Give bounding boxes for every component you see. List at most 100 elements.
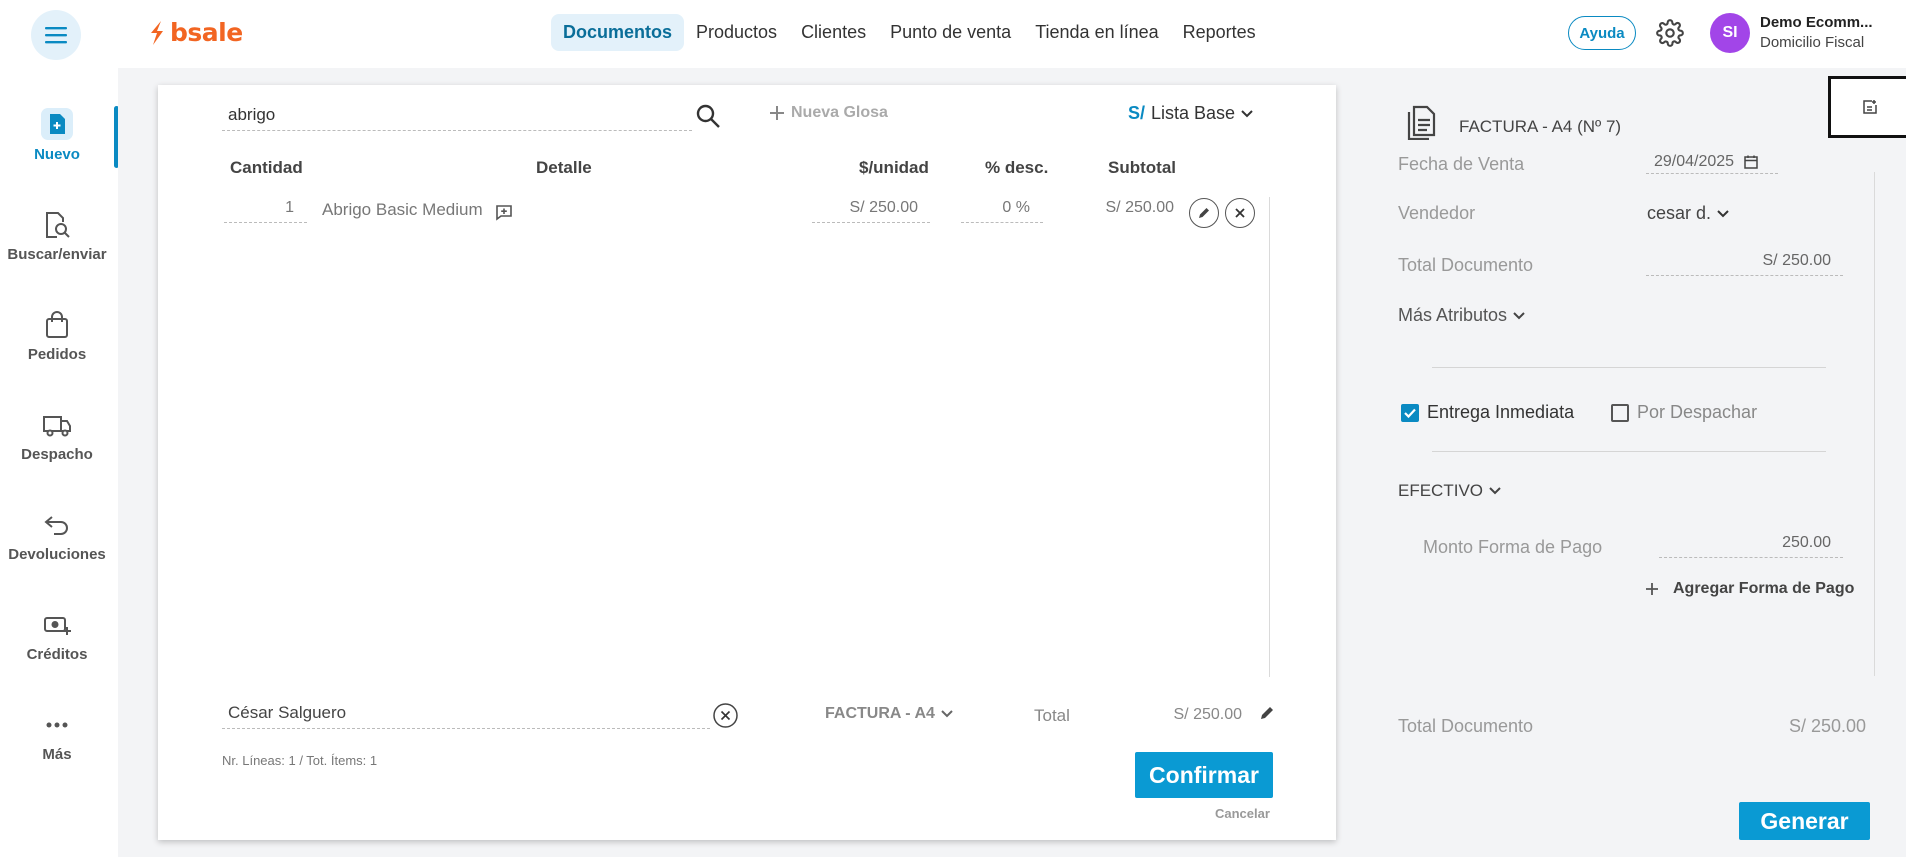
fecha-input[interactable]: 29/04/2025 bbox=[1646, 150, 1778, 174]
divider bbox=[1432, 367, 1826, 368]
price-list-label: Lista Base bbox=[1151, 103, 1236, 123]
bsale-logo[interactable]: bsale bbox=[148, 18, 243, 47]
checkbox-checked bbox=[1401, 403, 1419, 422]
table-scroll-divider bbox=[1269, 197, 1270, 677]
nav-clientes[interactable]: Clientes bbox=[789, 14, 878, 51]
bsale-logo-icon bbox=[151, 20, 163, 45]
vendedor-value: cesar d. bbox=[1647, 203, 1712, 223]
sidebar-item-buscar-enviar[interactable]: Buscar/enviar bbox=[0, 210, 114, 263]
product-search-input[interactable]: abrigo bbox=[222, 103, 692, 131]
document-type-label: FACTURA - A4 bbox=[825, 705, 935, 722]
logo-text: bsale bbox=[170, 18, 243, 47]
pencil-icon bbox=[1199, 208, 1209, 218]
avatar[interactable]: SI bbox=[1710, 13, 1750, 53]
mas-atributos-label: Más Atributos bbox=[1398, 305, 1508, 325]
cancel-link[interactable]: Cancelar bbox=[1215, 806, 1270, 821]
sidebar-item-label: Más bbox=[42, 746, 72, 763]
main-nav: Documentos Productos Clientes Punto de v… bbox=[551, 14, 1268, 51]
column-header-cantidad: Cantidad bbox=[230, 158, 303, 177]
document-title: FACTURA - A4 (Nº 7) bbox=[1459, 117, 1622, 136]
clear-client-icon[interactable] bbox=[713, 703, 738, 728]
menu-button[interactable] bbox=[31, 10, 81, 60]
por-despachar-checkbox[interactable]: Por Despachar bbox=[1611, 402, 1757, 423]
nav-reportes[interactable]: Reportes bbox=[1171, 14, 1268, 51]
column-header-detalle: Detalle bbox=[536, 158, 592, 177]
checkbox-unchecked bbox=[1611, 403, 1629, 422]
total-documento-label: Total Documento bbox=[1398, 255, 1534, 275]
mas-atributos-toggle[interactable]: Más Atributos bbox=[1398, 305, 1525, 326]
vendedor-dropdown[interactable]: cesar d. bbox=[1647, 203, 1729, 224]
nueva-glosa-button[interactable]: Nueva Glosa bbox=[769, 104, 888, 122]
search-document-icon bbox=[46, 212, 70, 238]
gear-icon[interactable] bbox=[1656, 19, 1684, 47]
price-list-dropdown[interactable]: S/ Lista Base bbox=[1128, 103, 1253, 124]
chevron-down-icon bbox=[941, 710, 953, 718]
return-arrow-icon bbox=[44, 516, 68, 535]
generate-button[interactable]: Generar bbox=[1739, 802, 1870, 840]
document-type-dropdown[interactable]: FACTURA - A4 bbox=[825, 705, 953, 723]
monto-forma-pago-input[interactable]: 250.00 bbox=[1659, 534, 1843, 558]
sidebar-item-nuevo[interactable]: Nuevo bbox=[0, 108, 114, 163]
chevron-down-icon bbox=[1717, 209, 1729, 217]
total-value: S/ 250.00 bbox=[1173, 706, 1243, 723]
nav-tienda-en-linea[interactable]: Tienda en línea bbox=[1023, 14, 1170, 51]
bottom-total-label: Total Documento bbox=[1398, 716, 1534, 736]
column-header-discount: % desc. bbox=[985, 158, 1049, 177]
edit-row-button[interactable] bbox=[1189, 198, 1219, 228]
note-edit-icon bbox=[1863, 100, 1877, 114]
new-document-icon bbox=[41, 108, 73, 140]
payment-method-label: EFECTIVO bbox=[1398, 481, 1484, 500]
unit-price-input[interactable]: S/ 250.00 bbox=[812, 199, 930, 223]
nav-productos[interactable]: Productos bbox=[684, 14, 789, 51]
sidebar-item-label: Buscar/enviar bbox=[7, 246, 107, 263]
sidebar-item-label: Devoluciones bbox=[8, 546, 106, 563]
total-documento-field: S/ 250.00 bbox=[1646, 252, 1843, 276]
add-comment-icon[interactable] bbox=[495, 204, 513, 221]
nav-documentos[interactable]: Documentos bbox=[551, 14, 685, 51]
plus-icon bbox=[1646, 583, 1658, 595]
fecha-value: 29/04/2025 bbox=[1654, 152, 1735, 170]
entrega-inmediata-checkbox[interactable]: Entrega Inmediata bbox=[1401, 402, 1574, 423]
user-name[interactable]: Demo Ecomm... bbox=[1760, 14, 1873, 31]
divider bbox=[1432, 451, 1826, 452]
por-despachar-label: Por Despachar bbox=[1637, 402, 1758, 422]
hamburger-icon bbox=[45, 27, 67, 44]
pencil-icon[interactable] bbox=[1259, 705, 1275, 721]
sidebar-item-mas[interactable]: Más bbox=[0, 710, 114, 763]
close-icon bbox=[1235, 208, 1245, 218]
payment-method-dropdown[interactable]: EFECTIVO bbox=[1398, 481, 1501, 501]
chevron-down-icon bbox=[1241, 109, 1253, 117]
agregar-forma-pago-button[interactable]: Agregar Forma de Pago bbox=[1645, 580, 1854, 598]
sidebar-item-label: Nuevo bbox=[34, 146, 80, 163]
shopping-bag-icon bbox=[46, 311, 68, 338]
money-plus-icon bbox=[44, 617, 71, 635]
nueva-glosa-label: Nueva Glosa bbox=[791, 104, 888, 121]
currency-symbol: S/ bbox=[1128, 103, 1146, 123]
sidebar-item-label: Créditos bbox=[26, 646, 88, 663]
line-item-counts: Nr. Líneas: 1 / Tot. Ítems: 1 bbox=[222, 753, 378, 768]
sidebar-item-despacho[interactable]: Despacho bbox=[0, 410, 114, 463]
quantity-input[interactable]: 1 bbox=[224, 199, 307, 223]
sidebar-item-devoluciones[interactable]: Devoluciones bbox=[0, 510, 114, 563]
column-header-subtotal: Subtotal bbox=[1108, 158, 1176, 177]
confirm-button[interactable]: Confirmar bbox=[1135, 752, 1273, 798]
sidebar-item-pedidos[interactable]: Pedidos bbox=[0, 310, 114, 363]
discount-input[interactable]: 0 % bbox=[961, 199, 1043, 223]
search-icon[interactable] bbox=[695, 103, 721, 129]
panel-scroll-divider bbox=[1874, 172, 1875, 676]
monto-forma-pago-label: Monto Forma de Pago bbox=[1423, 537, 1603, 557]
plus-icon bbox=[770, 106, 784, 120]
row-subtotal: S/ 250.00 bbox=[1105, 199, 1175, 216]
column-header-unit-price: $/unidad bbox=[859, 158, 929, 177]
sidebar: Nuevo Buscar/enviar Pedidos Despacho Dev… bbox=[0, 68, 118, 857]
sidebar-item-label: Despacho bbox=[21, 446, 93, 463]
top-bar: bsale Documentos Productos Clientes Punt… bbox=[0, 0, 1906, 68]
help-button[interactable]: Ayuda bbox=[1568, 16, 1636, 50]
nav-punto-de-venta[interactable]: Punto de venta bbox=[878, 14, 1023, 51]
sidebar-item-creditos[interactable]: Créditos bbox=[0, 610, 114, 663]
client-input[interactable]: César Salguero bbox=[222, 703, 710, 729]
vendedor-label: Vendedor bbox=[1398, 203, 1476, 223]
remove-row-button[interactable] bbox=[1225, 198, 1255, 228]
panel-options-button[interactable] bbox=[1828, 76, 1906, 138]
truck-icon bbox=[43, 416, 71, 437]
